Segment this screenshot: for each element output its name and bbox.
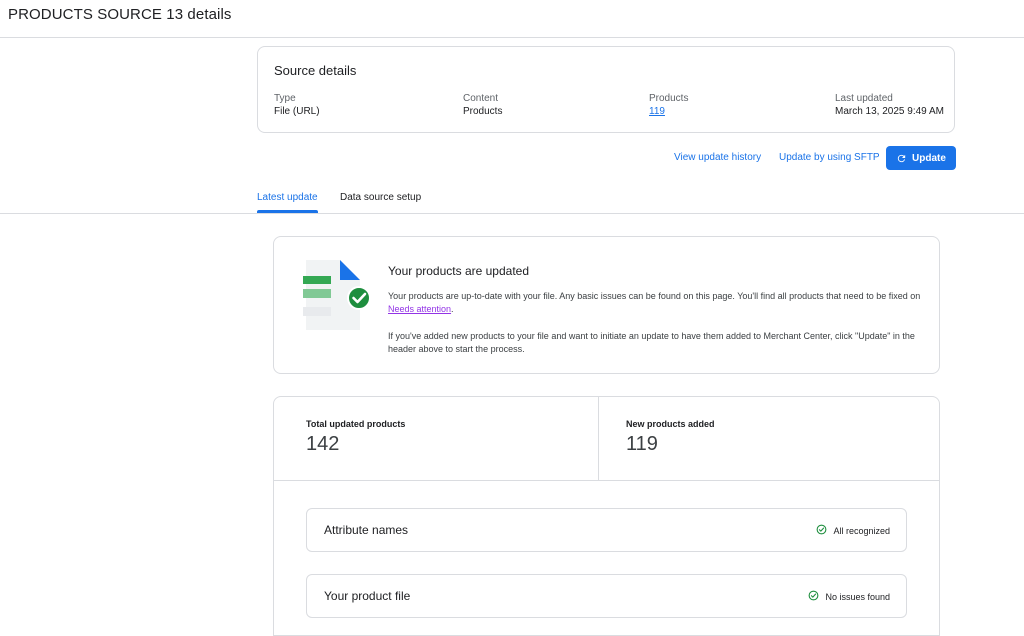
needs-attention-link[interactable]: Needs attention (388, 304, 451, 314)
stats-vertical-divider (598, 396, 599, 481)
update-by-sftp-link[interactable]: Update by using SFTP (779, 152, 880, 163)
status-paragraph-2: If you've added new products to your fil… (388, 331, 915, 354)
field-products: Products 119 (649, 92, 688, 118)
page-title: PRODUCTS SOURCE 13 details (8, 6, 232, 23)
field-content: Content Products (463, 92, 502, 118)
field-products-label: Products (649, 93, 689, 104)
stats-horizontal-divider (274, 480, 939, 481)
product-file-label: Your product file (324, 589, 411, 603)
attribute-names-label: Attribute names (324, 523, 409, 537)
new-products-value: 119 (626, 433, 658, 455)
status-title: Your products are updated (388, 264, 529, 278)
view-update-history-link[interactable]: View update history (674, 152, 761, 163)
attribute-names-row[interactable]: Attribute names All recognized (306, 508, 907, 552)
tab-data-source-setup[interactable]: Data source setup (340, 192, 421, 203)
attribute-names-status-text: All recognized (833, 525, 890, 536)
tab-latest-update[interactable]: Latest update (257, 192, 318, 203)
attribute-names-status: All recognized (816, 524, 890, 537)
field-type-value: File (URL) (274, 106, 320, 117)
field-content-value: Products (463, 106, 503, 117)
total-updated-value: 142 (306, 433, 340, 455)
products-count-link[interactable]: 119 (649, 105, 688, 118)
update-button[interactable]: Update (886, 146, 956, 170)
product-file-row[interactable]: Your product file No issues found (306, 574, 907, 618)
status-text-1-end: . (451, 304, 454, 314)
status-text-1: Your products are up-to-date with your f… (388, 291, 921, 301)
field-content-label: Content (463, 93, 499, 104)
source-details-title: Source details (274, 63, 357, 78)
product-file-status-text: No issues found (825, 591, 890, 602)
tabs-divider (0, 213, 1024, 214)
field-type-label: Type (274, 93, 296, 104)
file-updated-illustration (300, 256, 372, 334)
field-type: Type File (URL) (274, 92, 320, 118)
total-updated-label: Total updated products (306, 419, 406, 429)
field-last-updated-value: March 13, 2025 9:49 AM (835, 106, 944, 117)
status-paragraph-1: Your products are up-to-date with your f… (388, 290, 926, 316)
check-circle-icon (816, 524, 827, 537)
new-products-label: New products added (626, 419, 715, 429)
update-button-label: Update (912, 152, 946, 164)
header-divider (0, 37, 1024, 38)
refresh-icon (896, 153, 907, 164)
product-file-status: No issues found (808, 590, 890, 603)
field-last-updated: Last updated March 13, 2025 9:49 AM (835, 92, 944, 118)
field-last-updated-label: Last updated (835, 93, 893, 104)
check-circle-icon (808, 590, 819, 603)
source-details-card: Source details Type File (URL) Content P… (257, 46, 955, 133)
